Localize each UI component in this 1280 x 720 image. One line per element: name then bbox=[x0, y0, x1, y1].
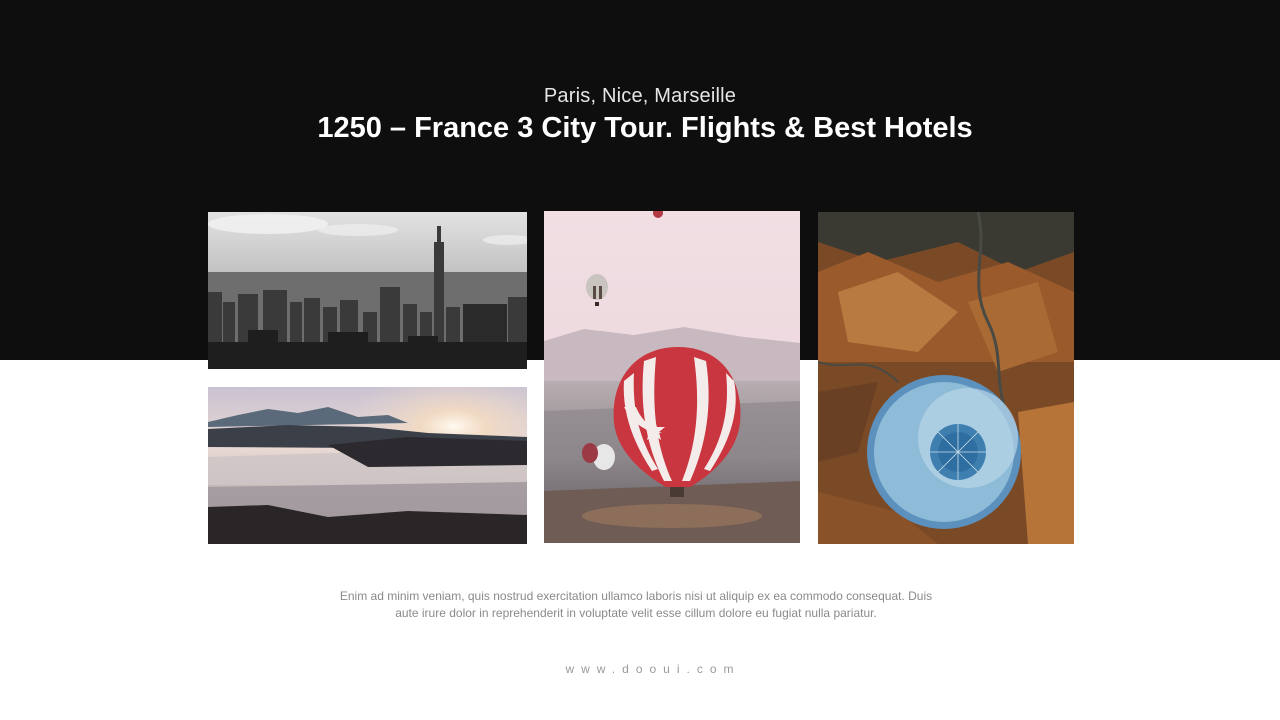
body-paragraph: Enim ad minim veniam, quis nostrud exerc… bbox=[339, 589, 933, 620]
city-skyline-photo bbox=[208, 212, 527, 369]
misty-sunrise-photo bbox=[208, 387, 527, 544]
website-link[interactable]: www.dooui.com bbox=[0, 662, 1280, 676]
aerial-balloon-photo bbox=[818, 212, 1074, 544]
hot-air-balloon-photo bbox=[544, 211, 800, 543]
slide-title: 1250 – France 3 City Tour. Flights & Bes… bbox=[317, 112, 973, 144]
slide: Paris, Nice, Marseille 1250 – France 3 C… bbox=[0, 0, 1280, 720]
slide-subtitle: Paris, Nice, Marseille bbox=[543, 85, 737, 107]
